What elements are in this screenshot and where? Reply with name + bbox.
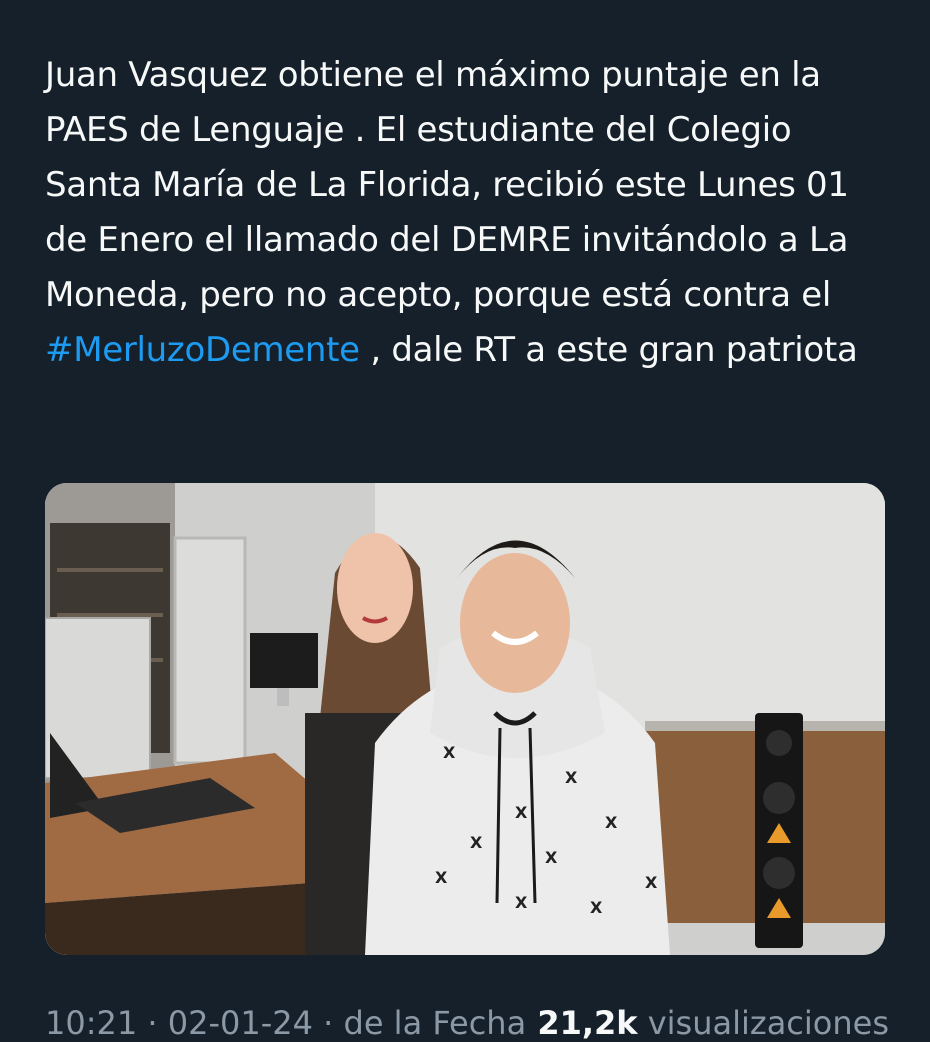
view-count: 21,2k	[526, 1004, 638, 1042]
shelf-board	[57, 613, 163, 617]
photo-scene: X X X X X X X X X X	[45, 483, 885, 955]
monitor-stand	[277, 688, 289, 706]
hoodie-mark: X	[443, 743, 456, 762]
tweet-timestamp[interactable]: 10:21 · 02-01-24 ·	[45, 1004, 344, 1042]
hoodie-mark: X	[435, 868, 448, 887]
hoodie-mark: X	[515, 893, 528, 912]
desk-monitor	[250, 633, 318, 688]
view-label: visualizaciones	[637, 1004, 889, 1042]
tweet-meta: 10:21 · 02-01-24 · de la Fecha 21,2k vis…	[45, 1004, 889, 1042]
speaker-cone	[763, 857, 795, 889]
tweet-photo[interactable]: X X X X X X X X X X	[45, 483, 885, 955]
tweet-text-before: Juan Vasquez obtiene el máximo puntaje e…	[45, 55, 849, 315]
shelf-board	[57, 568, 163, 572]
tweet-text: Juan Vasquez obtiene el máximo puntaje e…	[45, 48, 895, 378]
doorway	[173, 536, 247, 765]
speaker-cone	[766, 730, 792, 756]
hoodie-mark: X	[605, 813, 618, 832]
hashtag-link[interactable]: #MerluzoDemente	[45, 330, 360, 370]
speaker-cone	[763, 782, 795, 814]
hoodie-mark: X	[645, 873, 658, 892]
tweet-text-after: , dale RT a este gran patriota	[359, 330, 858, 370]
hoodie-mark: X	[565, 768, 578, 787]
hoodie-mark: X	[545, 848, 558, 867]
hoodie-mark: X	[590, 898, 603, 917]
man-face	[460, 553, 570, 693]
tweet-client: de la Fecha	[343, 1004, 527, 1042]
hoodie-mark: X	[515, 803, 528, 822]
hoodie-mark: X	[470, 833, 483, 852]
woman-face	[337, 533, 413, 643]
